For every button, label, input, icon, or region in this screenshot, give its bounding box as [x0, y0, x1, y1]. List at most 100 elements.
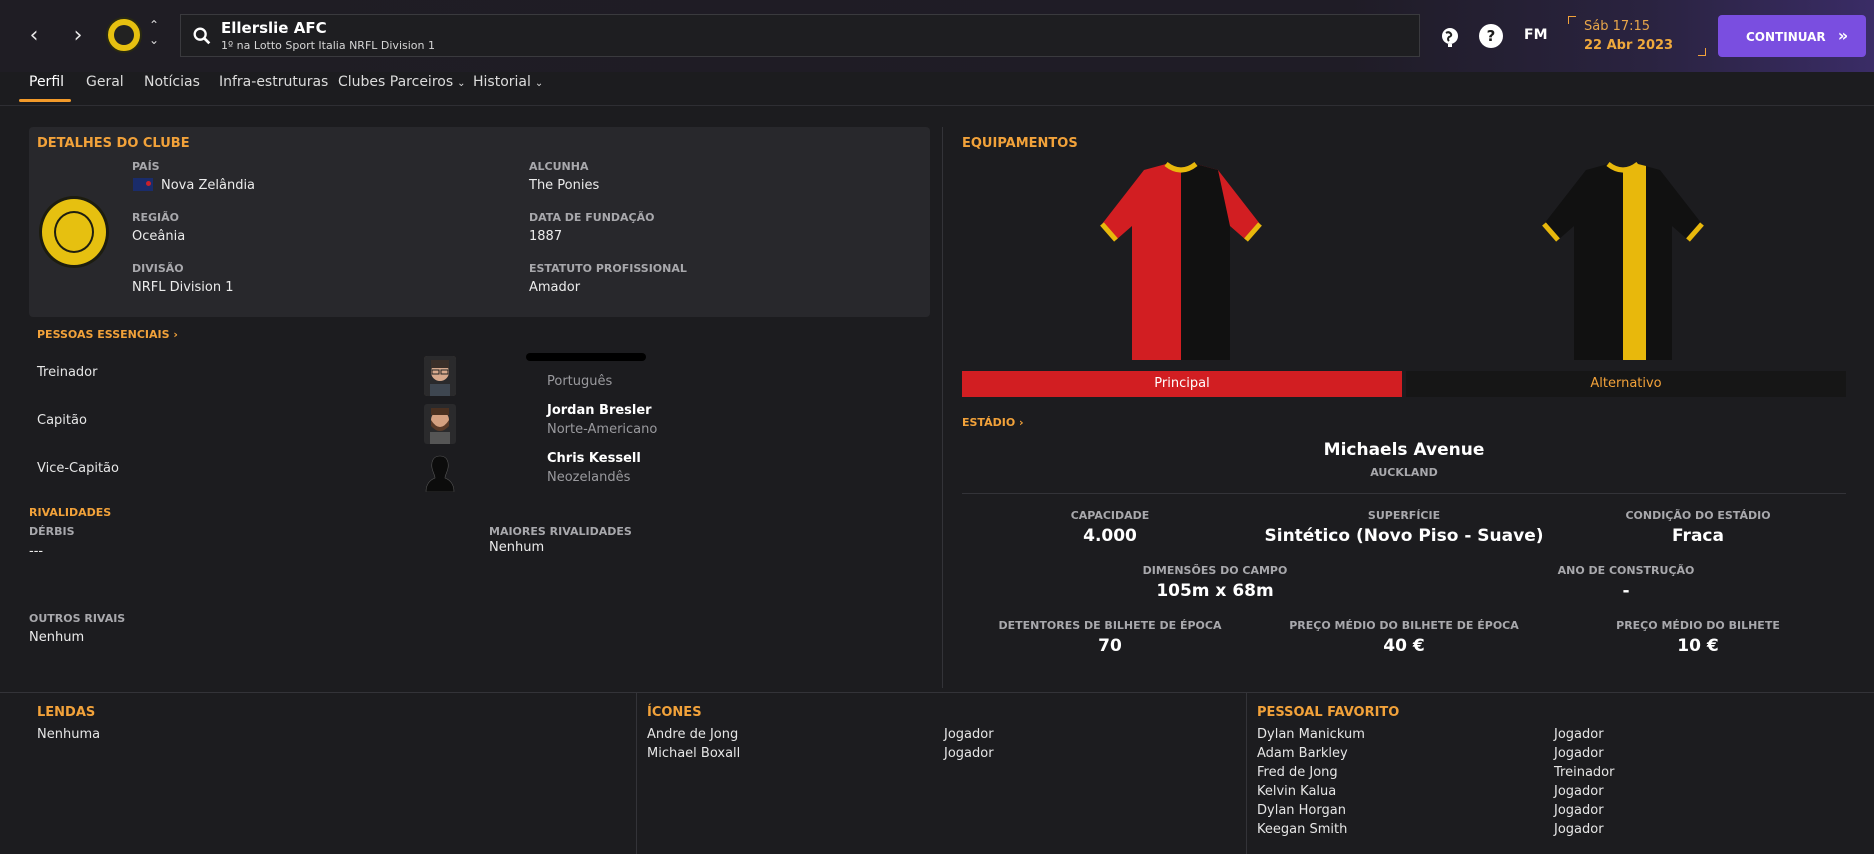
club-details-title: DETALHES DO CLUBE — [37, 136, 190, 151]
vice-captain-nationality: Neozelandês — [547, 470, 631, 485]
built-value: - — [1622, 581, 1630, 601]
stadium-divider — [962, 493, 1846, 494]
condition-stat: CONDIÇÃO DO ESTÁDIO Fraca — [1578, 509, 1818, 546]
tab-geral[interactable]: Geral — [86, 74, 124, 90]
tab-clubes-parceiros[interactable]: Clubes Parceiros ⌄ — [338, 74, 466, 90]
dimensions-stat: DIMENSÕES DO CAMPO 105m x 68m — [1065, 564, 1365, 601]
country-value[interactable]: Nova Zelândia — [161, 178, 255, 193]
region-value[interactable]: Oceânia — [132, 229, 185, 244]
continue-label: CONTINUAR — [1746, 30, 1826, 44]
division-label: DIVISÃO — [132, 262, 184, 275]
nickname-label: ALCUNHA — [529, 160, 589, 173]
major-rivalries-label: MAIORES RIVALIDADES — [489, 525, 632, 538]
manager-nationality: Português — [547, 374, 613, 389]
chevron-down-icon: ⌄ — [457, 78, 466, 89]
redacted-manager-name — [526, 353, 646, 361]
region-label: REGIÃO — [132, 211, 179, 224]
tab-bar: Perfil Geral Notícias Infra-estruturas C… — [0, 72, 1874, 106]
globe-icon[interactable] — [1438, 24, 1462, 48]
division-value[interactable]: NRFL Division 1 — [132, 280, 234, 295]
status-value: Amador — [529, 280, 581, 295]
favourite-role: Jogador — [1554, 727, 1604, 742]
manager-avatar[interactable] — [424, 356, 456, 396]
capacity-stat: CAPACIDADE 4.000 — [990, 509, 1230, 546]
game-date[interactable]: Sáb 17:15 22 Abr 2023 — [1568, 16, 1706, 56]
founded-label: DATA DE FUNDAÇÃO — [529, 211, 655, 224]
role-label: Capitão — [37, 413, 87, 428]
favourite-name[interactable]: Adam Barkley — [1257, 746, 1348, 761]
ticket-price-label: PREÇO MÉDIO DO BILHETE — [1616, 619, 1780, 632]
club-crest-icon[interactable] — [106, 17, 142, 53]
season-price-value: 40 € — [1383, 636, 1425, 656]
icon-player-role: Jogador — [944, 746, 994, 761]
stadium-name: Michaels Avenue — [1323, 440, 1485, 460]
icon-player-role: Jogador — [944, 727, 994, 742]
favourite-role: Jogador — [1554, 803, 1604, 818]
favourites-title: PESSOAL FAVORITO — [1257, 705, 1400, 720]
capacity-value: 4.000 — [1083, 526, 1137, 546]
favourite-name[interactable]: Fred de Jong — [1257, 765, 1338, 780]
founded-value: 1887 — [529, 229, 563, 244]
other-rivals-value: Nenhum — [29, 630, 85, 645]
help-icon[interactable]: ? — [1479, 24, 1503, 48]
role-label: Treinador — [37, 365, 98, 380]
major-rivalries-value: Nenhum — [489, 540, 545, 555]
away-kit-shirt[interactable] — [1538, 162, 1708, 366]
surface-value: Sintético (Novo Piso - Suave) — [1264, 526, 1544, 546]
captain-avatar[interactable] — [424, 404, 456, 444]
club-name: Ellerslie AFC — [221, 19, 327, 37]
ticket-price-value: 10 € — [1677, 636, 1719, 656]
role-label: Vice-Capitão — [37, 461, 119, 476]
home-kit-tab[interactable]: Principal — [962, 371, 1402, 397]
favourite-role: Jogador — [1554, 822, 1604, 837]
column-divider — [942, 127, 943, 688]
favourite-role: Treinador — [1554, 765, 1615, 780]
tab-historial[interactable]: Historial ⌄ — [473, 74, 543, 90]
bottom-divider-2 — [1246, 692, 1247, 854]
condition-value: Fraca — [1672, 526, 1724, 546]
favourite-name[interactable]: Keegan Smith — [1257, 822, 1347, 837]
league-position: 1º na Lotto Sport Italia NRFL Division 1 — [221, 39, 435, 52]
vice-captain-avatar[interactable] — [424, 452, 456, 492]
built-label: ANO DE CONSTRUÇÃO — [1557, 564, 1695, 577]
away-kit-tab[interactable]: Alternativo — [1406, 371, 1846, 397]
tab-divider — [0, 105, 1874, 106]
continue-button[interactable]: CONTINUAR » — [1718, 15, 1866, 57]
dimensions-label: DIMENSÕES DO CAMPO — [1142, 564, 1288, 577]
double-chevron-right-icon: » — [1837, 26, 1849, 45]
dimensions-value: 105m x 68m — [1156, 581, 1274, 601]
nickname-value: The Ponies — [529, 178, 600, 193]
favourite-name[interactable]: Kelvin Kalua — [1257, 784, 1336, 799]
tab-noticias[interactable]: Notícias — [144, 74, 200, 90]
icon-player-name[interactable]: Andre de Jong — [647, 727, 738, 742]
key-people-link[interactable]: PESSOAS ESSENCIAIS › — [37, 328, 178, 341]
capacity-label: CAPACIDADE — [1070, 509, 1150, 522]
new-zealand-flag-icon — [133, 178, 153, 191]
sort-updown-icon[interactable]: ⌃ ⌄ — [146, 18, 162, 52]
condition-label: CONDIÇÃO DO ESTÁDIO — [1625, 509, 1771, 522]
captain-name[interactable]: Jordan Bresler — [547, 403, 652, 418]
fm-logo[interactable]: FM — [1524, 27, 1548, 43]
chevron-right-icon[interactable]: › — [64, 22, 92, 50]
favourite-name[interactable]: Dylan Manickum — [1257, 727, 1365, 742]
top-bar: ‹ › ⌃ ⌄ Ellerslie AFC 1º na Lotto Sport I… — [0, 0, 1874, 72]
season-holders-label: DETENTORES DE BILHETE DE ÉPOCA — [998, 619, 1222, 632]
favourite-role: Jogador — [1554, 746, 1604, 761]
chevron-left-icon[interactable]: ‹ — [20, 22, 48, 50]
built-stat: ANO DE CONSTRUÇÃO - — [1476, 564, 1776, 601]
captain-nationality: Norte-Americano — [547, 422, 658, 437]
home-kit-shirt[interactable] — [1096, 162, 1266, 366]
legends-value: Nenhuma — [37, 727, 101, 742]
icon-player-name[interactable]: Michael Boxall — [647, 746, 740, 761]
surface-label: SUPERFÍCIE — [1367, 509, 1441, 522]
club-search-bar[interactable]: Ellerslie AFC 1º na Lotto Sport Italia N… — [180, 14, 1420, 57]
date-day: 22 Abr 2023 — [1584, 38, 1674, 53]
tab-perfil[interactable]: Perfil — [19, 74, 71, 102]
stadium-link[interactable]: ESTÁDIO › — [962, 416, 1024, 429]
ticket-price-stat: PREÇO MÉDIO DO BILHETE 10 € — [1578, 619, 1818, 656]
derbies-label: DÉRBIS — [29, 525, 75, 538]
vice-captain-name[interactable]: Chris Kessell — [547, 451, 641, 466]
kits-title: EQUIPAMENTOS — [962, 136, 1078, 151]
tab-infra-estruturas[interactable]: Infra-estruturas — [219, 74, 328, 90]
favourite-name[interactable]: Dylan Horgan — [1257, 803, 1346, 818]
